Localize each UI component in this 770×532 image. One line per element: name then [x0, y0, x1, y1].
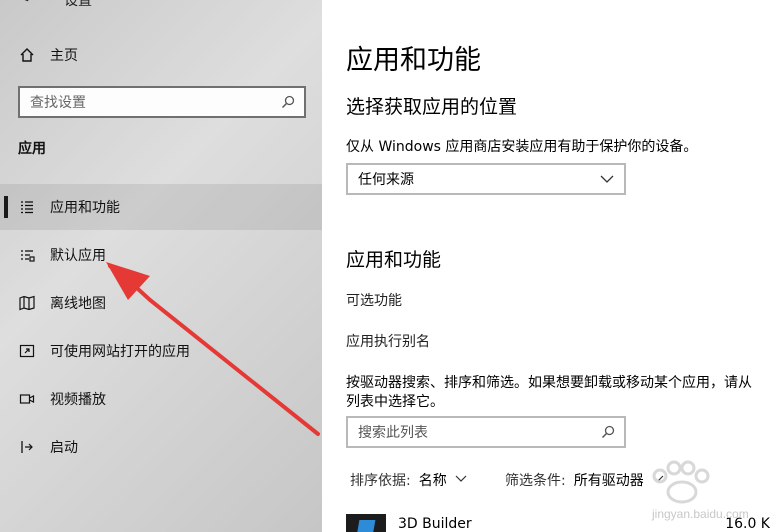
sidebar-item-default-apps[interactable]: 默认应用 — [0, 232, 322, 278]
map-icon — [0, 295, 50, 311]
install-location-heading: 选择获取应用的位置 — [346, 96, 518, 118]
app-list-item[interactable]: 3D Builder 16.0 K — [346, 512, 770, 532]
sidebar-item-apps-for-websites[interactable]: 可使用网站打开的应用 — [0, 328, 322, 374]
app-3d-builder-icon — [346, 514, 386, 532]
search-icon — [280, 94, 296, 114]
search-placeholder: 查找设置 — [30, 95, 86, 111]
filter-value: 所有驱动器 — [573, 473, 644, 489]
back-button[interactable]: < — [18, 0, 30, 6]
section-heading: 应用 — [18, 141, 46, 157]
apps-features-heading: 应用和功能 — [346, 249, 442, 271]
window-title: 设置 — [64, 0, 92, 9]
sidebar-item-label: 启动 — [50, 440, 78, 456]
app-size: 16.0 K — [725, 516, 770, 532]
install-location-description: 仅从 Windows 应用商店安装应用有助于保护你的设备。 — [346, 139, 698, 155]
search-placeholder: 搜索此列表 — [358, 425, 428, 441]
optional-features-link[interactable]: 可选功能 — [346, 290, 402, 310]
app-list-search-input[interactable]: 搜索此列表 — [346, 416, 626, 448]
filter-label: 筛选条件: — [505, 473, 566, 489]
page-title: 应用和功能 — [346, 45, 481, 76]
sort-by-control[interactable]: 排序依据: 名称 — [350, 470, 467, 490]
sidebar-item-label: 离线地图 — [50, 296, 106, 312]
dropdown-value: 任何来源 — [358, 172, 414, 188]
apps-description-line2: 列表中选择它。 — [346, 394, 444, 410]
app-source-dropdown[interactable]: 任何来源 — [346, 163, 626, 195]
sidebar-item-startup[interactable]: 启动 — [0, 424, 322, 470]
search-icon — [600, 424, 616, 444]
sidebar-item-video-playback[interactable]: 视频播放 — [0, 376, 322, 422]
default-apps-icon — [0, 247, 50, 263]
sidebar-item-label: 视频播放 — [50, 392, 106, 408]
apps-description-line1: 按驱动器搜索、排序和筛选。如果想要卸载或移动某个应用，请从 — [346, 375, 752, 391]
app-aliases-link[interactable]: 应用执行别名 — [346, 331, 430, 351]
settings-search-input[interactable]: 查找设置 — [18, 86, 306, 118]
home-icon — [0, 47, 50, 63]
sidebar-item-label: 可使用网站打开的应用 — [50, 344, 190, 360]
app-name: 3D Builder — [398, 516, 472, 532]
sidebar-item-label: 主页 — [50, 48, 78, 64]
sidebar-item-label: 应用和功能 — [50, 200, 120, 216]
sidebar-item-apps-features[interactable]: 应用和功能 — [0, 184, 322, 230]
sort-value: 名称 — [418, 473, 447, 489]
chevron-down-icon — [652, 472, 664, 488]
list-icon — [0, 199, 50, 215]
chevron-down-icon — [600, 173, 614, 189]
sort-label: 排序依据: — [350, 473, 411, 489]
sidebar: < 设置 主页 查找设置 应用 应用和功能 默认应用 离线地图 — [0, 0, 322, 532]
chevron-down-icon — [455, 472, 467, 488]
title-bar: < 设置 — [0, 0, 322, 10]
sidebar-item-home[interactable]: 主页 — [0, 32, 322, 78]
open-in-app-icon — [0, 343, 50, 359]
filter-by-control[interactable]: 筛选条件: 所有驱动器 — [505, 470, 664, 490]
video-icon — [0, 391, 50, 407]
startup-icon — [0, 439, 50, 455]
sidebar-item-offline-maps[interactable]: 离线地图 — [0, 280, 322, 326]
sidebar-item-label: 默认应用 — [50, 248, 106, 264]
